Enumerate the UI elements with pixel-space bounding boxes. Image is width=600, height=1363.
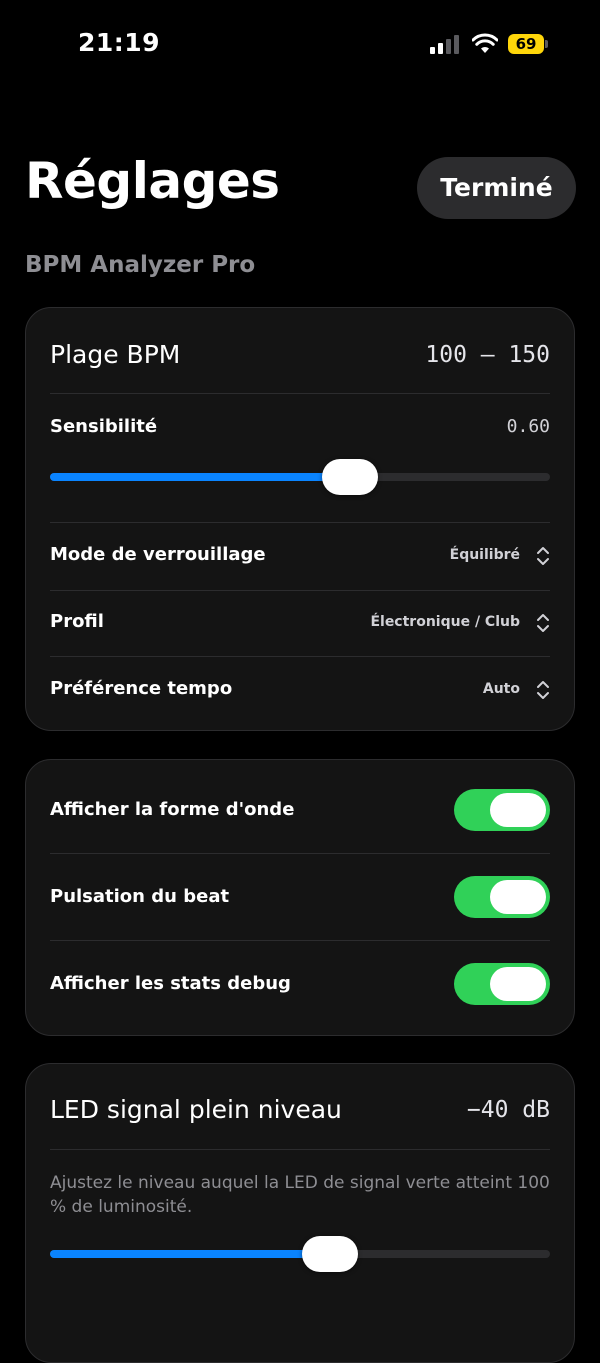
toggle-knob [490, 793, 546, 827]
debug-stats-toggle[interactable] [454, 963, 550, 1005]
lock-mode-label: Mode de verrouillage [50, 544, 266, 565]
profile-row[interactable]: Profil Électronique / Club [50, 611, 550, 637]
divider [50, 522, 550, 523]
chevron-up-down-icon [537, 614, 549, 632]
battery-cap [545, 40, 548, 48]
beat-pulse-toggle[interactable] [454, 876, 550, 918]
beat-pulse-label: Pulsation du beat [50, 886, 230, 907]
tempo-preference-value: Auto [482, 681, 520, 697]
slider-thumb[interactable] [322, 459, 378, 495]
status-time: 21:19 [78, 28, 161, 57]
debug-stats-row: Afficher les stats debug [50, 963, 550, 1005]
divider [50, 656, 550, 657]
divider [50, 1149, 550, 1150]
battery-icon: 69 [508, 34, 544, 54]
toggle-knob [490, 880, 546, 914]
bpm-range-label: Plage BPM [50, 340, 181, 369]
chevron-up-down-icon [537, 547, 549, 565]
waveform-toggle[interactable] [454, 789, 550, 831]
bpm-range-row[interactable]: Plage BPM 100 — 150 [50, 340, 550, 372]
toggle-knob [490, 967, 546, 1001]
divider [50, 393, 550, 394]
lock-mode-row[interactable]: Mode de verrouillage Équilibré [50, 544, 550, 570]
divider [50, 940, 550, 941]
led-description: Ajustez le niveau auquel la LED de signa… [50, 1173, 550, 1217]
status-bar: 21:19 69 [0, 0, 600, 90]
signal-icon [430, 34, 462, 54]
bpm-range-value: 100 — 150 [425, 342, 550, 368]
wifi-icon [472, 33, 498, 53]
led-signal-card: LED signal plein niveau −40 dB Ajustez l… [25, 1063, 575, 1363]
divider [50, 590, 550, 591]
led-level-slider[interactable] [50, 1236, 550, 1272]
slider-fill [50, 473, 350, 481]
led-description-row: Ajustez le niveau auquel la LED de signa… [50, 1171, 550, 1221]
sensitivity-value: 0.60 [506, 416, 550, 437]
divider [50, 853, 550, 854]
slider-thumb[interactable] [302, 1236, 358, 1272]
sensitivity-label: Sensibilité [50, 416, 158, 437]
sensitivity-slider[interactable] [50, 459, 550, 495]
slider-fill [50, 1250, 330, 1258]
profile-label: Profil [50, 611, 104, 632]
led-title: LED signal plein niveau [50, 1095, 342, 1124]
led-title-row: LED signal plein niveau −40 dB [50, 1095, 550, 1127]
profile-value: Électronique / Club [370, 614, 520, 630]
tempo-preference-row[interactable]: Préférence tempo Auto [50, 678, 550, 704]
led-value: −40 dB [466, 1097, 550, 1123]
waveform-label: Afficher la forme d'onde [50, 799, 295, 820]
lock-mode-value: Équilibré [449, 547, 520, 563]
display-settings-card: Afficher la forme d'onde Pulsation du be… [25, 759, 575, 1036]
done-button[interactable]: Terminé [417, 157, 576, 219]
chevron-up-down-icon [537, 681, 549, 699]
app-subtitle: BPM Analyzer Pro [25, 252, 256, 278]
page-title: Réglages [25, 152, 280, 210]
waveform-row: Afficher la forme d'onde [50, 789, 550, 831]
sensitivity-row: Sensibilité 0.60 [50, 416, 550, 442]
debug-stats-label: Afficher les stats debug [50, 973, 291, 994]
beat-pulse-row: Pulsation du beat [50, 876, 550, 918]
bpm-settings-card: Plage BPM 100 — 150 Sensibilité 0.60 Mod… [25, 307, 575, 731]
tempo-preference-label: Préférence tempo [50, 678, 233, 699]
